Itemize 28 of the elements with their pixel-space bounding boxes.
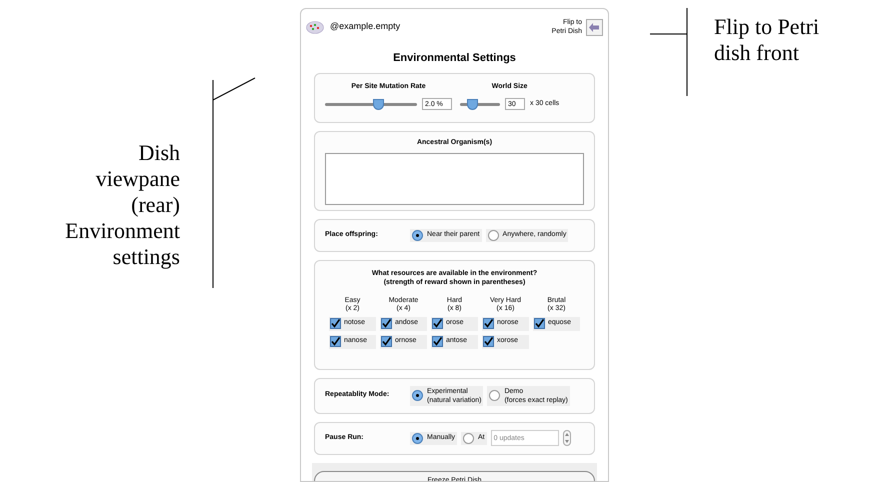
back-arrow-icon (589, 22, 600, 32)
radio-button[interactable] (412, 390, 423, 401)
checkbox[interactable] (432, 318, 443, 329)
checkbox[interactable] (330, 336, 341, 347)
down-arrow-icon (564, 440, 569, 443)
stepper-control[interactable] (562, 430, 571, 446)
ancestor-list[interactable] (325, 153, 584, 205)
dish-icon (306, 20, 324, 34)
panel-title: Environmental Settings (392, 51, 517, 66)
slider-thumb[interactable] (467, 98, 478, 110)
radio-button[interactable] (463, 432, 474, 444)
radio-button[interactable] (412, 230, 423, 240)
radio-button[interactable] (412, 432, 423, 444)
checkbox[interactable] (381, 336, 392, 347)
checkbox[interactable] (432, 336, 443, 347)
dish-name: @example.empty (330, 20, 400, 34)
checkbox[interactable] (534, 318, 545, 329)
slider-thumb[interactable] (373, 98, 384, 110)
radio-button[interactable] (488, 230, 499, 240)
annotation-text: Dish viewpane (rear) Environment settings (64, 140, 180, 270)
checkbox[interactable] (483, 336, 494, 347)
flip-button[interactable] (586, 18, 603, 36)
checkbox[interactable] (381, 318, 392, 329)
radio-button[interactable] (489, 390, 500, 401)
checkbox[interactable] (483, 318, 494, 329)
up-arrow-icon (564, 433, 569, 436)
annotation-text: Flip to Petri dish front (714, 14, 820, 66)
checkbox[interactable] (330, 318, 341, 329)
